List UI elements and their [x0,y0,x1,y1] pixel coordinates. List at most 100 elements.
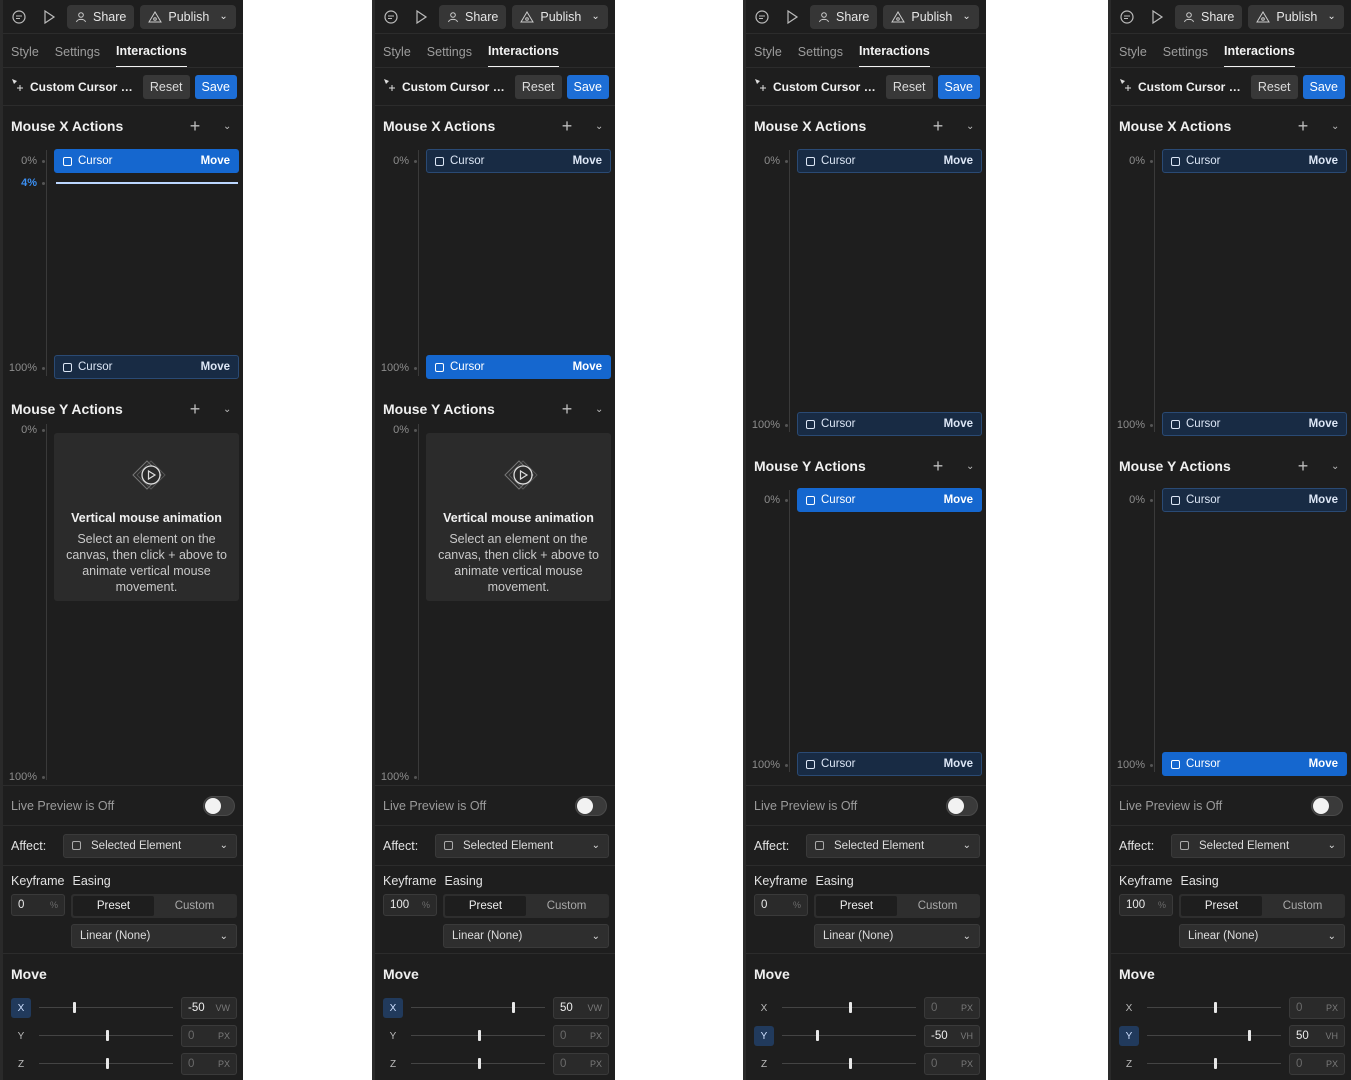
slider-thumb[interactable] [106,1030,109,1041]
move-z-input[interactable]: 0 PX [924,1053,980,1075]
live-preview-toggle[interactable] [946,795,978,816]
keyframe-chip-x-start[interactable]: Cursor Move [797,149,982,173]
tab-settings[interactable]: Settings [427,45,472,67]
slider-thumb[interactable] [849,1002,852,1013]
tab-settings[interactable]: Settings [55,45,100,67]
save-button[interactable]: Save [566,74,609,99]
move-y-input[interactable]: 50 VH [1289,1025,1345,1047]
easing-custom-option[interactable]: Custom [1262,896,1343,916]
move-x-input[interactable]: 0 PX [1289,997,1345,1019]
keyframe-chip-x-end[interactable]: Cursor Move [426,355,611,379]
interaction-name[interactable]: Custom Cursor M... [773,80,881,94]
slider-thumb[interactable] [106,1058,109,1069]
keyframe-chip-x-end[interactable]: Cursor Move [797,412,982,436]
move-x-input[interactable]: 0 PX [924,997,980,1019]
scrub-position-line[interactable] [56,182,238,184]
move-x-slider[interactable] [39,998,173,1018]
easing-preset-option[interactable]: Preset [1181,896,1262,916]
tab-style[interactable]: Style [1119,45,1147,67]
add-action-icon[interactable]: + [928,116,948,137]
move-z-slider[interactable] [39,1054,173,1074]
collapse-chevron-icon[interactable]: ⌄ [223,121,235,132]
save-button[interactable]: Save [194,74,237,99]
keyframe-chip-y-end[interactable]: Cursor Move [1162,752,1347,776]
reset-button[interactable]: Reset [1250,74,1298,99]
keyframe-percent-input[interactable]: 0% [11,894,65,916]
move-x-slider[interactable] [411,998,545,1018]
keyframe-chip-y-start[interactable]: Cursor Move [1162,488,1347,512]
move-y-slider[interactable] [782,1026,916,1046]
interaction-name[interactable]: Custom Cursor M... [402,80,510,94]
easing-preset-option[interactable]: Preset [816,896,897,916]
affect-select[interactable]: Selected Element ⌄ [435,833,609,858]
interaction-name[interactable]: Custom Cursor M... [30,80,138,94]
move-z-slider[interactable] [411,1054,545,1074]
keyframe-chip-x-end[interactable]: Cursor Move [1162,412,1347,436]
live-preview-toggle[interactable] [203,795,235,816]
slider-thumb[interactable] [1214,1002,1217,1013]
comment-icon[interactable] [1115,5,1139,29]
comment-icon[interactable] [7,5,31,29]
slider-thumb[interactable] [1214,1058,1217,1069]
move-y-input[interactable]: -50 VH [924,1025,980,1047]
keyframe-chip-x-start[interactable]: Cursor Move [426,149,611,173]
move-z-input[interactable]: 0 PX [553,1053,609,1075]
preview-play-icon[interactable] [409,5,433,29]
affect-select[interactable]: Selected Element ⌄ [63,833,237,858]
share-button[interactable]: Share [67,4,135,29]
share-button[interactable]: Share [1175,4,1243,29]
collapse-chevron-icon[interactable]: ⌄ [595,121,607,132]
add-action-icon[interactable]: + [557,116,577,137]
move-y-slider[interactable] [1147,1026,1281,1046]
interaction-name[interactable]: Custom Cursor M... [1138,80,1246,94]
add-action-icon[interactable]: + [557,399,577,420]
keyframe-chip-x-start[interactable]: Cursor Move [54,149,239,173]
add-action-icon[interactable]: + [185,399,205,420]
move-y-axis-icon[interactable]: Y [11,1026,31,1046]
reset-button[interactable]: Reset [514,74,562,99]
move-x-input[interactable]: 50 VW [553,997,609,1019]
preview-play-icon[interactable] [1145,5,1169,29]
collapse-chevron-icon[interactable]: ⌄ [1331,461,1343,472]
preview-play-icon[interactable] [37,5,61,29]
move-y-axis-icon[interactable]: Y [383,1026,403,1046]
move-z-slider[interactable] [782,1054,916,1074]
move-x-axis-icon[interactable]: X [11,998,31,1018]
easing-curve-select[interactable]: Linear (None) ⌄ [814,924,980,948]
easing-preset-option[interactable]: Preset [73,896,154,916]
slider-thumb[interactable] [72,1002,76,1013]
keyframe-chip-x-end[interactable]: Cursor Move [54,355,239,379]
publish-button[interactable]: Publish ⌄ [140,4,236,29]
slider-thumb[interactable] [478,1030,481,1041]
easing-custom-option[interactable]: Custom [154,896,235,916]
move-x-axis-icon[interactable]: X [383,998,403,1018]
affect-select[interactable]: Selected Element ⌄ [806,833,980,858]
tab-style[interactable]: Style [754,45,782,67]
move-z-slider[interactable] [1147,1054,1281,1074]
publish-button[interactable]: Publish ⌄ [512,4,608,29]
slider-thumb[interactable] [511,1002,515,1013]
move-z-input[interactable]: 0 PX [181,1053,237,1075]
tab-interactions[interactable]: Interactions [858,44,930,67]
tab-settings[interactable]: Settings [798,45,843,67]
move-z-axis-icon[interactable]: Z [1119,1054,1139,1074]
keyframe-percent-input[interactable]: 0% [754,894,808,916]
easing-curve-select[interactable]: Linear (None) ⌄ [1179,924,1345,948]
share-button[interactable]: Share [439,4,507,29]
collapse-chevron-icon[interactable]: ⌄ [595,404,607,415]
easing-custom-option[interactable]: Custom [897,896,978,916]
reset-button[interactable]: Reset [885,74,933,99]
move-y-slider[interactable] [411,1026,545,1046]
slider-thumb[interactable] [1247,1030,1251,1041]
add-action-icon[interactable]: + [928,456,948,477]
move-x-slider[interactable] [782,998,916,1018]
affect-select[interactable]: Selected Element ⌄ [1171,833,1345,858]
move-z-axis-icon[interactable]: Z [754,1054,774,1074]
move-y-axis-icon[interactable]: Y [1119,1026,1139,1046]
add-action-icon[interactable]: + [1293,116,1313,137]
move-z-axis-icon[interactable]: Z [383,1054,403,1074]
live-preview-toggle[interactable] [1311,795,1343,816]
live-preview-toggle[interactable] [575,795,607,816]
tab-interactions[interactable]: Interactions [115,44,187,67]
tab-interactions[interactable]: Interactions [1223,44,1295,67]
